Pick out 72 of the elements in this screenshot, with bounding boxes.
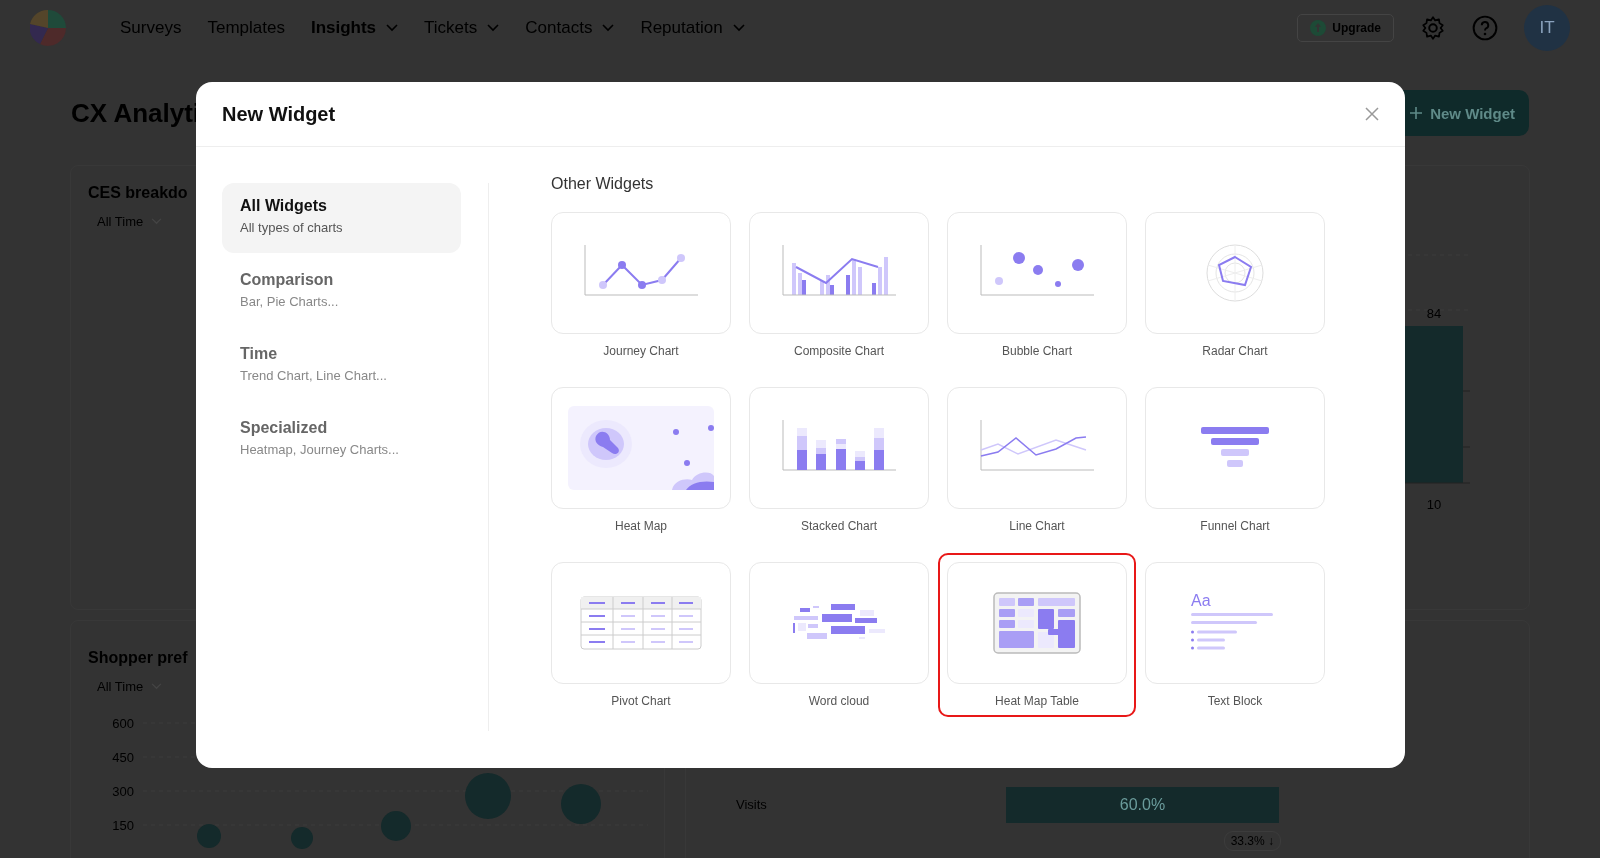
widget-tile[interactable]: Stacked Chart	[740, 378, 938, 542]
category-title: Comparison	[240, 271, 335, 289]
category-description: Trend Chart, Line Chart...	[240, 368, 388, 383]
bubble	[381, 811, 411, 841]
plus-icon	[1410, 107, 1423, 119]
widget-name: Text Block	[1206, 693, 1264, 709]
word-cloud-icon	[793, 604, 885, 642]
widget-card[interactable]	[947, 212, 1127, 334]
bubble	[197, 824, 221, 848]
chevron-down-icon	[386, 24, 399, 32]
logo-icon[interactable]	[30, 10, 66, 46]
widget-tile[interactable]: Journey Chart	[542, 203, 740, 367]
widget-tile[interactable]: Word cloud	[740, 553, 938, 717]
widget-tile[interactable]: Aa Text Block	[1136, 553, 1334, 717]
help-icon[interactable]	[1472, 15, 1498, 41]
widget-name: Stacked Chart	[799, 518, 878, 534]
category-title: Time	[240, 345, 279, 363]
widget-name: Composite Chart	[792, 343, 885, 359]
widget-name: Heat Map Table	[994, 693, 1080, 709]
widget-tile[interactable]: Bubble Chart	[938, 203, 1136, 367]
radar-chart-icon	[1205, 243, 1265, 303]
user-avatar[interactable]: IT	[1524, 5, 1570, 51]
widget-card[interactable]	[749, 387, 929, 509]
chevron-down-icon	[732, 24, 745, 32]
widget-card[interactable]	[551, 387, 731, 509]
funnel-bar: 60.0%	[1006, 787, 1279, 823]
bubble	[561, 784, 601, 824]
widget-name: Bubble Chart	[1000, 343, 1073, 359]
section-heading: Other Widgets	[551, 174, 655, 194]
widget-name: Journey Chart	[602, 343, 680, 359]
category-item[interactable]: Time Trend Chart, Line Chart...	[222, 331, 461, 401]
category-item[interactable]: All Widgets All types of charts	[222, 183, 461, 253]
widget-name: Radar Chart	[1201, 343, 1269, 359]
category-description: All types of charts	[240, 220, 344, 235]
widget-tile[interactable]: Composite Chart	[740, 203, 938, 367]
widget-tile[interactable]: Heat Map Table	[938, 553, 1136, 717]
widget-name: Heat Map	[614, 518, 668, 534]
heat-map-icon	[568, 406, 714, 490]
bubble	[465, 773, 511, 819]
chevron-down-icon	[487, 24, 500, 32]
widget-tile[interactable]: Line Chart	[938, 378, 1136, 542]
heat-map-table-icon	[993, 592, 1081, 654]
dialog-title: New Widget	[222, 102, 336, 126]
close-icon[interactable]	[1365, 107, 1379, 121]
category-description: Bar, Pie Charts...	[240, 294, 340, 309]
widget-card[interactable]: Aa	[1145, 562, 1325, 684]
widget-card[interactable]	[551, 562, 731, 684]
category-item[interactable]: Specialized Heatmap, Journey Charts...	[222, 405, 461, 475]
widget-card[interactable]	[551, 212, 731, 334]
chevron-down-icon	[602, 24, 615, 32]
widget-card[interactable]	[1145, 387, 1325, 509]
category-description: Heatmap, Journey Charts...	[240, 442, 400, 457]
widget-tile[interactable]: Funnel Chart	[1136, 378, 1334, 542]
widget-card[interactable]	[749, 212, 929, 334]
bubble	[291, 827, 313, 849]
widget-name: Word cloud	[807, 693, 871, 709]
category-title: All Widgets	[240, 197, 328, 215]
widget-tile[interactable]: Pivot Chart	[542, 553, 740, 717]
widget-tile[interactable]: Heat Map	[542, 378, 740, 542]
table-icon	[580, 596, 702, 650]
widget-tile[interactable]: Radar Chart	[1136, 203, 1334, 367]
widget-card[interactable]	[947, 562, 1127, 684]
widget-name: Pivot Chart	[610, 693, 672, 709]
category-title: Specialized	[240, 419, 329, 437]
widget-name: Funnel Chart	[1199, 518, 1271, 534]
widget-card[interactable]	[947, 387, 1127, 509]
widget-card[interactable]	[749, 562, 929, 684]
font-sample: Aa	[1191, 591, 1211, 610]
widget-name: Line Chart	[1008, 518, 1066, 534]
settings-icon[interactable]	[1420, 15, 1446, 41]
category-item[interactable]: Comparison Bar, Pie Charts...	[222, 257, 461, 327]
funnel-icon	[1201, 427, 1269, 469]
